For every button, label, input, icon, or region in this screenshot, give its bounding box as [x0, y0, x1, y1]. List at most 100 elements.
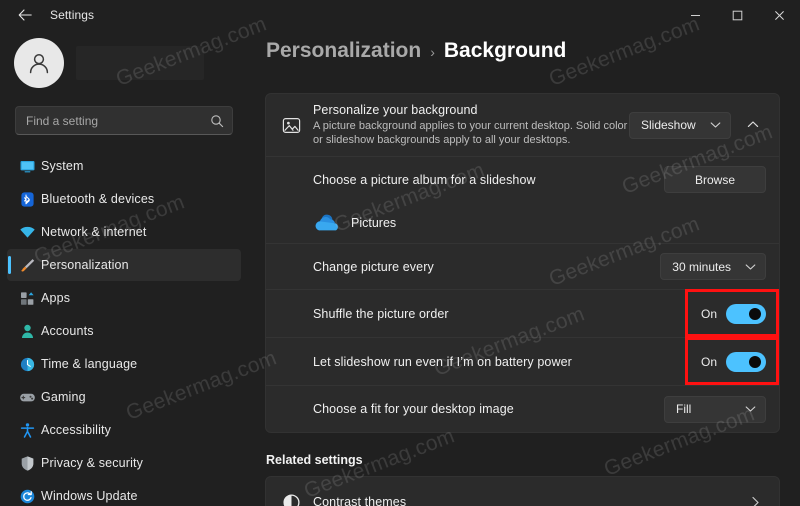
row-title: Choose a fit for your desktop image — [313, 402, 514, 416]
avatar — [14, 38, 64, 88]
dropdown-value: 30 minutes — [672, 259, 731, 274]
row-choose-album[interactable]: Choose a picture album for a slideshow B… — [266, 156, 779, 202]
toggle-knob — [749, 307, 761, 320]
sidebar-item-system[interactable]: System — [7, 150, 241, 182]
related-settings-heading: Related settings — [266, 453, 363, 467]
row-text-block: Personalize your background A picture ba… — [313, 103, 629, 147]
sidebar-item-label: Apps — [41, 291, 71, 305]
contrast-icon — [279, 493, 303, 506]
onedrive-icon — [313, 213, 341, 232]
sidebar-item-windows-update[interactable]: Windows Update — [7, 480, 241, 506]
sidebar-item-gaming[interactable]: Gaming — [7, 381, 241, 413]
row-battery-power[interactable]: Let slideshow run even if I’m on battery… — [266, 337, 779, 385]
chevron-up-icon — [747, 116, 759, 134]
dropdown-value: Slideshow — [641, 118, 696, 132]
row-shuffle-order[interactable]: Shuffle the picture order On — [266, 289, 779, 337]
row-text-block: Contrast themes — [313, 493, 744, 506]
folder-label: Pictures — [351, 215, 397, 230]
back-button[interactable] — [8, 2, 42, 28]
dropdown-value: Fill — [676, 402, 692, 416]
background-settings-card: Personalize your background A picture ba… — [265, 93, 780, 433]
sidebar-item-accounts[interactable]: Accounts — [7, 315, 241, 347]
row-title: Shuffle the picture order — [313, 306, 449, 321]
sidebar-item-label: Time & language — [41, 357, 138, 371]
row-title: Choose a picture album for a slideshow — [313, 172, 536, 187]
row-text-block: Shuffle the picture order — [313, 305, 701, 323]
settings-window: Settings Find a setting System Bluetooth… — [0, 0, 800, 506]
row-selected-folder[interactable]: Pictures — [266, 202, 779, 243]
window-title: Settings — [50, 8, 95, 22]
close-button[interactable] — [758, 0, 800, 30]
sidebar-item-label: Network & internet — [41, 225, 147, 239]
maximize-button[interactable] — [716, 0, 758, 30]
minimize-button[interactable] — [674, 0, 716, 30]
battery-toggle[interactable] — [726, 351, 766, 372]
sidebar-item-apps[interactable]: Apps — [7, 282, 241, 314]
sidebar-item-label: Bluetooth & devices — [41, 192, 155, 206]
chevron-right-icon[interactable] — [744, 491, 766, 506]
page-title: Background — [443, 39, 567, 62]
breadcrumb-parent[interactable]: Personalization — [266, 39, 421, 63]
row-controls: Slideshow — [629, 111, 766, 139]
row-title: Personalize your background — [313, 103, 478, 117]
gamepad-icon — [18, 388, 36, 406]
sidebar-item-personalization[interactable]: Personalization — [7, 249, 241, 281]
row-text-block: Let slideshow run even if I’m on battery… — [313, 353, 701, 371]
window-controls — [674, 0, 800, 30]
account-icon — [18, 322, 36, 340]
accessibility-icon — [18, 421, 36, 439]
sidebar-item-bluetooth-devices[interactable]: Bluetooth & devices — [7, 183, 241, 215]
sidebar-item-accessibility[interactable]: Accessibility — [7, 414, 241, 446]
row-controls: On — [700, 351, 766, 372]
paintbrush-icon — [18, 256, 36, 274]
row-controls: On — [700, 303, 766, 324]
account-name-redacted — [76, 46, 204, 80]
sidebar: System Bluetooth & devices Network & int… — [0, 30, 248, 506]
sidebar-item-privacy-security[interactable]: Privacy & security — [7, 447, 241, 479]
related-settings-card: Contrast themes — [265, 476, 780, 506]
search-input[interactable] — [26, 113, 210, 128]
shield-icon — [18, 454, 36, 472]
sidebar-item-label: Privacy & security — [41, 456, 144, 470]
row-title: Contrast themes — [313, 495, 407, 506]
wifi-icon — [18, 223, 36, 241]
picture-icon — [279, 116, 303, 135]
fit-dropdown[interactable]: Fill — [664, 395, 766, 423]
shuffle-toggle[interactable] — [726, 303, 766, 324]
apps-icon — [18, 289, 36, 307]
search-icon — [210, 114, 224, 128]
row-contrast-themes[interactable]: Contrast themes — [266, 477, 779, 506]
sidebar-item-time-language[interactable]: Time & language — [7, 348, 241, 380]
expand-collapse-button[interactable] — [740, 112, 766, 138]
change-interval-dropdown[interactable]: 30 minutes — [660, 253, 766, 280]
sidebar-nav: System Bluetooth & devices Network & int… — [7, 150, 241, 506]
breadcrumb-separator-icon: › — [430, 44, 435, 60]
row-personalize-background[interactable]: Personalize your background A picture ba… — [266, 94, 779, 156]
chevron-down-icon — [745, 258, 756, 276]
selection-accent-bar — [8, 256, 11, 274]
sidebar-item-label: System — [41, 159, 84, 173]
user-profile[interactable] — [14, 38, 204, 88]
background-type-dropdown[interactable]: Slideshow — [629, 111, 731, 139]
browse-button[interactable]: Browse — [664, 166, 766, 193]
chevron-down-icon — [745, 400, 756, 418]
shuffle-toggle-state: On — [700, 306, 717, 321]
row-title: Let slideshow run even if I’m on battery… — [313, 354, 572, 369]
row-text-block: Choose a fit for your desktop image — [313, 400, 664, 418]
row-description: A picture background applies to your cur… — [313, 120, 628, 146]
update-icon — [18, 487, 36, 505]
sidebar-item-network-internet[interactable]: Network & internet — [7, 216, 241, 248]
monitor-icon — [18, 157, 36, 175]
row-controls: 30 minutes — [660, 253, 766, 280]
bluetooth-icon — [18, 190, 36, 208]
row-controls — [744, 491, 766, 506]
row-choose-fit[interactable]: Choose a fit for your desktop image Fill — [266, 385, 779, 432]
sidebar-item-label: Accounts — [41, 324, 94, 338]
sidebar-item-label: Accessibility — [41, 423, 112, 437]
sidebar-item-label: Gaming — [41, 390, 86, 404]
battery-toggle-state: On — [700, 354, 717, 369]
sidebar-item-label: Windows Update — [41, 489, 138, 503]
breadcrumb: Personalization › Background — [266, 39, 566, 63]
search-box[interactable] — [15, 106, 233, 135]
row-change-interval[interactable]: Change picture every 30 minutes — [266, 243, 779, 289]
